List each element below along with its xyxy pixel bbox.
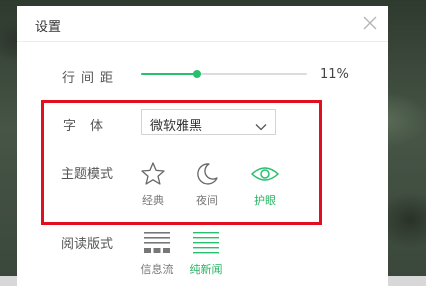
moon-icon [187,161,227,187]
theme-option-label: 夜间 [196,194,218,207]
settings-panel: 设置 行间距 11% 字体 微软雅黑 主题模式 经典 夜间 护眼 阅读版式 信息… [17,6,388,286]
eye-icon [245,161,285,187]
layout-option-plain-news[interactable]: 纯新闻 [183,231,229,286]
theme-option-label: 护眼 [254,194,276,207]
line-spacing-slider[interactable] [141,66,307,82]
feed-layout-icon [134,231,180,255]
close-icon[interactable] [360,13,380,33]
font-select-value: 微软雅黑 [150,119,203,134]
star-icon [133,161,173,187]
theme-option-label: 经典 [142,194,164,207]
panel-title: 设置 [35,20,62,35]
theme-option-night[interactable]: 夜间 [187,161,227,211]
theme-option-eye-care[interactable]: 护眼 [245,161,285,211]
text-layout-icon [183,231,229,255]
layout-option-label: 纯新闻 [189,263,223,276]
chevron-down-icon [255,117,267,131]
theme-label: 主题模式 [61,167,114,182]
font-select[interactable]: 微软雅黑 [141,109,276,135]
reading-layout-label: 阅读版式 [61,237,114,252]
line-spacing-label: 行间距 [62,71,120,86]
title-divider [17,41,388,42]
layout-option-feed[interactable]: 信息流 [134,231,180,286]
slider-fill [141,73,198,75]
theme-option-classic[interactable]: 经典 [133,161,173,211]
font-label: 字体 [63,119,118,134]
slider-thumb[interactable] [193,70,202,78]
layout-option-label: 信息流 [140,263,174,276]
line-spacing-value: 11% [320,67,349,82]
